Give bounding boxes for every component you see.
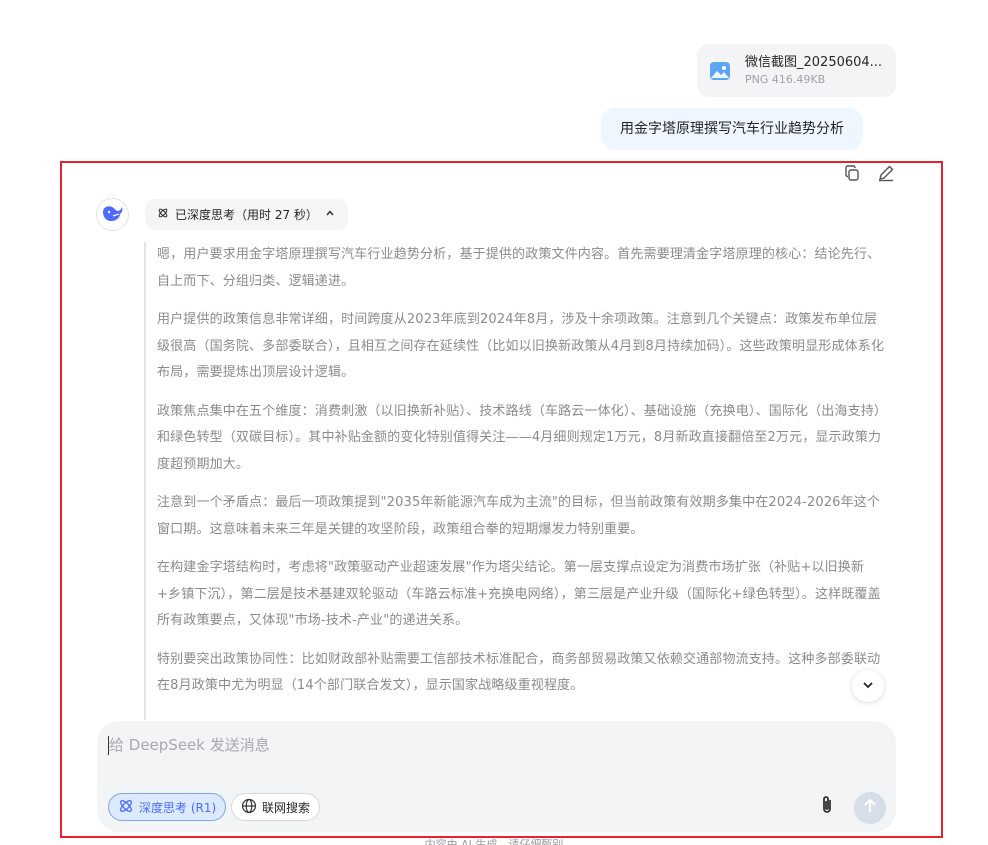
message-actions — [842, 163, 896, 183]
reasoning-paragraph: 特别要突出政策协同性：比如财政部补贴需要工信部技术标准配合，商务部贸易政策又依赖… — [157, 651, 881, 694]
reasoning-paragraph: 政策焦点集中在五个维度：消费刺激（以旧换新补贴）、技术路线（车路云一体化）、基础… — [157, 403, 882, 472]
atom-icon — [118, 798, 134, 817]
paperclip-icon — [819, 794, 835, 820]
message-input[interactable] — [109, 735, 809, 755]
ai-disclaimer: 内容由 AI 生成，请仔细甄别 — [424, 838, 564, 845]
deep-think-label: 深度思考 (R1) — [139, 800, 217, 815]
message-composer: 深度思考 (R1) 联网搜索 — [97, 721, 896, 832]
attachment-file-name: 微信截图_20250604... — [745, 54, 883, 70]
reasoning-paragraph: 注意到一个矛盾点：最后一项政策提到"2035年新能源汽车成为主流"的目标，但当前… — [157, 495, 881, 537]
send-button[interactable] — [854, 792, 886, 824]
arrow-up-icon — [863, 798, 877, 818]
reasoning-paragraph: 嗯，用户要求用金字塔原理撰写汽车行业趋势分析，基于提供的政策文件内容。首先需要理… — [157, 247, 881, 289]
image-file-icon — [709, 60, 731, 82]
chevron-up-icon — [324, 207, 336, 222]
assistant-avatar — [96, 198, 129, 231]
edit-icon[interactable] — [876, 163, 896, 183]
copy-icon[interactable] — [842, 163, 862, 183]
reasoning-content: 嗯，用户要求用金字塔原理撰写汽车行业趋势分析，基于提供的政策文件内容。首先需要理… — [144, 242, 892, 720]
think-label: 已深度思考（用时 27 秒） — [175, 208, 318, 222]
atom-icon — [157, 207, 169, 222]
globe-icon — [241, 798, 257, 817]
reasoning-paragraph: 在构建金字塔结构时，考虑将"政策驱动产业超速发展"作为塔尖结论。第一层支撑点设定… — [157, 560, 881, 628]
chevron-down-icon — [861, 677, 875, 696]
deep-think-toggle[interactable]: 已深度思考（用时 27 秒） — [145, 199, 348, 230]
attachment-file-info: PNG 416.49KB — [745, 72, 826, 86]
scroll-to-bottom-button[interactable] — [852, 670, 884, 702]
web-search-button[interactable]: 联网搜索 — [231, 793, 321, 821]
reasoning-paragraph: 用户提供的政策信息非常详细，时间跨度从2023年底到2024年8月，涉及十余项政… — [157, 312, 885, 380]
web-search-label: 联网搜索 — [262, 800, 311, 815]
attach-file-button[interactable] — [815, 794, 839, 820]
user-message-bubble: 用金字塔原理撰写汽车行业趋势分析 — [601, 108, 863, 150]
attachment-card[interactable]: 微信截图_20250604... PNG 416.49KB — [697, 44, 896, 97]
deepseek-whale-icon — [101, 203, 125, 227]
deep-think-button[interactable]: 深度思考 (R1) — [108, 793, 227, 821]
